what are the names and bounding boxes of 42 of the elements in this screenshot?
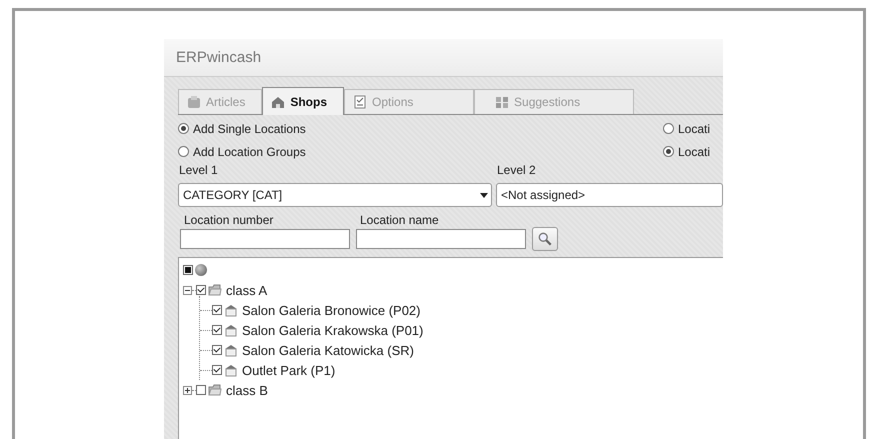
box-icon (187, 95, 201, 109)
input-field[interactable] (356, 229, 526, 249)
search-icon (538, 232, 552, 246)
tree-item[interactable]: Salon Galeria Katowicka (SR) (242, 342, 414, 358)
grid-icon (495, 95, 510, 109)
radio-option[interactable]: Add Location Groups (178, 142, 306, 161)
radio-option[interactable]: Locati (663, 142, 723, 161)
folder-icon (208, 383, 222, 397)
radio-option[interactable]: Add Single Locations (178, 119, 306, 138)
checklist-icon (353, 95, 368, 109)
radio-option[interactable]: Locati (663, 119, 723, 138)
folder-icon (208, 283, 222, 297)
checkbox[interactable] (212, 305, 222, 315)
expander-icon[interactable] (183, 286, 192, 294)
tree-item[interactable]: Outlet Park (P1) (242, 362, 336, 378)
house-icon (224, 323, 238, 337)
house-icon (224, 303, 238, 317)
input-field[interactable] (180, 229, 350, 249)
checkbox[interactable] (196, 285, 206, 295)
house-icon (224, 363, 238, 377)
house-icon (224, 343, 238, 357)
checkbox[interactable] (196, 385, 206, 395)
checkbox[interactable] (212, 345, 222, 355)
house-icon (271, 94, 286, 108)
tab[interactable]: Shops (262, 87, 344, 115)
tree-item[interactable]: Salon Galeria Bronowice (P02) (242, 302, 420, 318)
checkbox[interactable] (212, 325, 222, 335)
level-label: Level 1 (178, 163, 219, 177)
dropdown[interactable]: CATEGORY [CAT] (178, 183, 492, 207)
tree-item[interactable]: class B (226, 382, 268, 398)
search-button[interactable] (532, 227, 558, 251)
level-label: Level 2 (496, 163, 537, 177)
field-label: Location number (183, 213, 274, 227)
globe-icon (195, 264, 207, 276)
dropdown[interactable]: <Not assigned> (496, 183, 723, 207)
window-title: ERPwincash (176, 49, 262, 66)
checkbox[interactable] (183, 265, 193, 275)
field-label: Location name (359, 213, 440, 227)
tree-item[interactable]: class A (226, 282, 268, 298)
tree-item[interactable]: Salon Galeria Krakowska (P01) (242, 322, 424, 338)
expander-icon[interactable] (183, 386, 192, 394)
checkbox[interactable] (212, 365, 222, 375)
